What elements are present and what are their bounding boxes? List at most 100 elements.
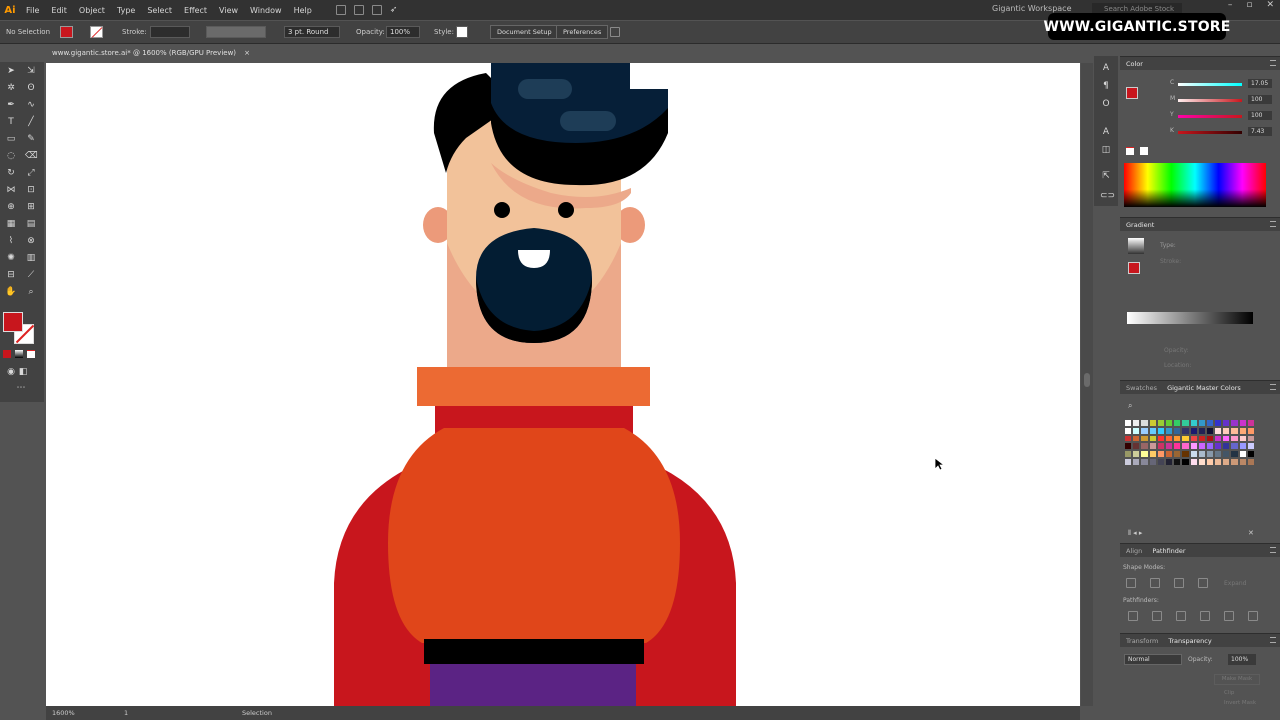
- rotate-tool-icon[interactable]: ↻: [5, 167, 17, 179]
- divide-icon[interactable]: [1128, 611, 1138, 621]
- unite-icon[interactable]: [1126, 578, 1136, 588]
- paragraph-panel-icon[interactable]: ¶: [1100, 80, 1112, 92]
- swatch[interactable]: [1181, 426, 1190, 435]
- swatch[interactable]: [1181, 419, 1190, 427]
- eyedropper-tool-icon[interactable]: ⌇: [5, 235, 17, 247]
- magic-wand-tool-icon[interactable]: ✲: [5, 82, 17, 94]
- draw-mode-icon[interactable]: ◉: [5, 366, 17, 378]
- swatch[interactable]: [1189, 434, 1198, 443]
- stroke-weight-field[interactable]: [150, 26, 190, 38]
- menu-window[interactable]: Window: [244, 6, 288, 15]
- swatches-panel-menu-icon[interactable]: [1270, 384, 1276, 390]
- swatch[interactable]: [1197, 442, 1206, 451]
- layers-panel-icon[interactable]: ◫: [1100, 144, 1112, 156]
- blend-mode-select[interactable]: Normal: [1124, 654, 1182, 665]
- swatch[interactable]: [1156, 434, 1165, 443]
- graphic-style-swatch[interactable]: [456, 26, 468, 38]
- none-mode-icon[interactable]: [27, 350, 35, 358]
- column-graph-tool-icon[interactable]: ▥: [25, 252, 37, 264]
- transparency-opacity-field[interactable]: 100%: [1228, 654, 1256, 665]
- swatch[interactable]: [1238, 419, 1247, 427]
- menu-help[interactable]: Help: [288, 6, 318, 15]
- edit-toolbar-icon[interactable]: ⋯: [15, 382, 27, 394]
- swatch[interactable]: [1230, 457, 1239, 466]
- tab-transform[interactable]: Transform: [1126, 637, 1158, 645]
- pen-tool-icon[interactable]: ✒: [5, 99, 17, 111]
- artboard-canvas[interactable]: [46, 63, 1080, 706]
- tab-swatches[interactable]: Swatches: [1126, 384, 1157, 392]
- swatch[interactable]: [1246, 434, 1255, 443]
- paintbrush-tool-icon[interactable]: ✎: [25, 133, 37, 145]
- white-swatch[interactable]: [1140, 147, 1148, 155]
- color-spectrum[interactable]: [1124, 163, 1266, 207]
- swatch[interactable]: [1189, 442, 1198, 451]
- swatch[interactable]: [1189, 419, 1198, 427]
- swatch-search-icon[interactable]: ⌕: [1128, 401, 1132, 411]
- free-transform-tool-icon[interactable]: ⊡: [25, 184, 37, 196]
- swatch[interactable]: [1246, 419, 1255, 427]
- gradient-ramp[interactable]: [1127, 312, 1253, 324]
- swatch[interactable]: [1238, 426, 1247, 435]
- clip-checkbox[interactable]: Clip: [1224, 690, 1234, 696]
- zoom-tool-icon[interactable]: ⌕: [25, 286, 37, 298]
- swatch[interactable]: [1230, 434, 1239, 443]
- swatch[interactable]: [1132, 426, 1141, 435]
- fill-color-box[interactable]: [3, 312, 23, 332]
- swatch[interactable]: [1148, 434, 1157, 443]
- menu-object[interactable]: Object: [73, 6, 111, 15]
- swatch[interactable]: [1132, 457, 1141, 466]
- stock-icon[interactable]: [353, 5, 364, 15]
- swatch[interactable]: [1156, 426, 1165, 435]
- swatch[interactable]: [1230, 450, 1239, 458]
- swatch[interactable]: [1238, 450, 1247, 458]
- gradient-fill-swatch[interactable]: [1128, 262, 1140, 274]
- swatch[interactable]: [1214, 450, 1223, 458]
- swatch[interactable]: [1164, 426, 1174, 435]
- menu-file[interactable]: File: [20, 6, 45, 15]
- transparency-panel-menu-icon[interactable]: [1270, 637, 1276, 643]
- swatch[interactable]: [1214, 434, 1223, 443]
- workspace-switcher[interactable]: Gigantic Workspace: [992, 4, 1072, 13]
- swatch-library-icon[interactable]: ⫴ ◂ ▸: [1128, 529, 1142, 538]
- eraser-tool-icon[interactable]: ⌫: [25, 150, 38, 162]
- swatch[interactable]: [1164, 450, 1174, 458]
- swatch[interactable]: [1181, 457, 1190, 466]
- swatch[interactable]: [1140, 434, 1149, 443]
- maximize-icon[interactable]: ▫: [1246, 0, 1252, 10]
- character-panel-icon[interactable]: A: [1100, 62, 1112, 74]
- swatch[interactable]: [1197, 457, 1206, 466]
- curvature-tool-icon[interactable]: ∿: [25, 99, 37, 111]
- width-tool-icon[interactable]: ⋈: [5, 184, 17, 196]
- swatch[interactable]: [1214, 426, 1223, 435]
- swatch[interactable]: [1222, 434, 1231, 443]
- color-mode-icon[interactable]: [3, 350, 11, 358]
- zoom-level[interactable]: 1600%: [52, 709, 75, 717]
- menu-effect[interactable]: Effect: [178, 6, 213, 15]
- swatch[interactable]: [1124, 442, 1133, 451]
- swatch[interactable]: [1205, 450, 1215, 458]
- type-tool-icon[interactable]: T: [5, 116, 17, 128]
- perspective-grid-tool-icon[interactable]: ⊞: [25, 201, 37, 213]
- swatch[interactable]: [1222, 419, 1231, 427]
- menu-view[interactable]: View: [213, 6, 244, 15]
- swatch[interactable]: [1205, 457, 1215, 466]
- gradient-mode-icon[interactable]: [15, 350, 23, 358]
- artboard-tool-icon[interactable]: ⊟: [5, 269, 17, 281]
- black-slider[interactable]: K 7.43: [1130, 127, 1272, 137]
- swatch[interactable]: [1148, 450, 1157, 458]
- swatch[interactable]: [1189, 450, 1198, 458]
- swatch[interactable]: [1214, 457, 1223, 466]
- swatch[interactable]: [1164, 419, 1174, 427]
- swatch[interactable]: [1197, 419, 1206, 427]
- invert-mask-checkbox[interactable]: Invert Mask: [1224, 700, 1256, 706]
- swatch[interactable]: [1124, 419, 1133, 427]
- menu-edit[interactable]: Edit: [45, 6, 73, 15]
- export-panel-icon[interactable]: ⇱: [1100, 170, 1112, 182]
- swatch[interactable]: [1124, 434, 1133, 443]
- intersect-icon[interactable]: [1174, 578, 1184, 588]
- tab-transparency[interactable]: Transparency: [1168, 637, 1211, 645]
- swatch[interactable]: [1173, 426, 1182, 435]
- swatch[interactable]: [1189, 426, 1198, 435]
- crop-icon[interactable]: [1200, 611, 1210, 621]
- swatch[interactable]: [1246, 442, 1255, 451]
